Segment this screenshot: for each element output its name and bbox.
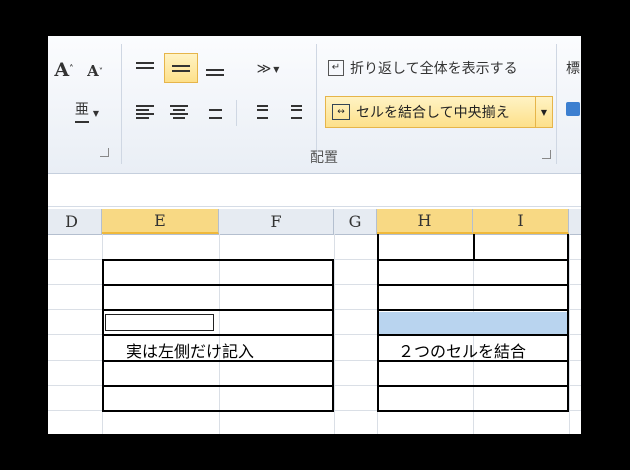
align-left-icon: [136, 105, 154, 119]
merge-and-center-button[interactable]: ↔ セルを結合して中央揃え ▼: [325, 96, 553, 128]
top-align-button[interactable]: [132, 56, 158, 80]
merged-selected-cell[interactable]: [379, 312, 567, 334]
column-header-h[interactable]: H: [377, 209, 473, 234]
column-header-f[interactable]: F: [219, 209, 334, 234]
right-note-cell[interactable]: ２つのセルを結合: [398, 338, 526, 362]
merge-cells-icon: ↔: [332, 104, 350, 120]
cell-border: [102, 259, 104, 412]
cell-grid[interactable]: 実は左側だけ記入 ２つのセルを結合: [48, 234, 581, 434]
cell-border: [377, 259, 569, 261]
cell-border: [473, 234, 475, 259]
align-right-icon: [204, 105, 222, 119]
excel-window: A ˄ A ˅ 亜 ▼ ≫ ▼ ↵ 折り返して全体を表示する ↔ セルを結合して…: [48, 36, 581, 434]
cell-border: [377, 309, 569, 311]
dropdown-arrow-icon[interactable]: ▼: [535, 97, 552, 127]
cell-border: [102, 334, 334, 336]
group-divider: [556, 44, 557, 164]
active-cell-outline[interactable]: [105, 314, 214, 331]
wrap-text-label: 折り返して全体を表示する: [350, 61, 518, 77]
column-header-d[interactable]: D: [48, 209, 102, 234]
cell-border: [377, 410, 569, 412]
phonetic-guide-icon: 亜: [74, 103, 89, 123]
cell-border: [377, 334, 569, 336]
shrink-font-button[interactable]: A ˅: [84, 60, 106, 82]
cell-border: [102, 284, 334, 286]
cell-border: [377, 385, 569, 387]
wrap-text-icon: ↵: [328, 60, 344, 76]
number-format-dropdown[interactable]: 標: [566, 56, 580, 80]
column-header-e[interactable]: E: [102, 209, 219, 234]
middle-align-icon: [172, 62, 190, 74]
dropdown-arrow-icon: ▼: [92, 108, 100, 118]
increase-indent-icon: [284, 105, 302, 119]
middle-align-button[interactable]: [164, 53, 198, 83]
dropdown-arrow-icon: ▼: [273, 64, 280, 74]
ribbon: A ˄ A ˅ 亜 ▼ ≫ ▼ ↵ 折り返して全体を表示する ↔ セルを結合して…: [48, 36, 581, 174]
align-center-button[interactable]: [166, 100, 192, 124]
cell-border: [102, 410, 334, 412]
shrink-font-icon: A: [87, 62, 99, 80]
cell-border: [102, 385, 334, 387]
increase-indent-button[interactable]: [280, 100, 306, 124]
gridline: [569, 234, 570, 434]
cell-border: [377, 284, 569, 286]
align-center-icon: [170, 105, 188, 119]
font-dialog-launcher-icon[interactable]: [100, 148, 109, 157]
left-note-cell[interactable]: 実は左側だけ記入: [126, 338, 254, 362]
bottom-align-button[interactable]: [202, 58, 228, 82]
decrease-indent-icon: [250, 105, 268, 119]
formula-bar[interactable]: [48, 174, 581, 207]
orientation-button[interactable]: ≫ ▼: [248, 56, 288, 82]
align-right-button[interactable]: [200, 100, 226, 124]
cell-border: [332, 259, 334, 412]
cell-border: [567, 234, 569, 412]
grow-font-icon: A: [54, 59, 70, 81]
divider: [236, 100, 237, 126]
bottom-align-icon: [206, 64, 224, 76]
divider: [316, 44, 317, 154]
column-header-row: D E F G H I: [48, 209, 581, 235]
alignment-dialog-launcher-icon[interactable]: [542, 150, 551, 159]
merge-and-center-label: セルを結合して中央揃え: [356, 105, 510, 121]
gridline: [334, 234, 335, 434]
group-divider: [121, 44, 122, 164]
grow-font-button[interactable]: A ˄: [52, 58, 76, 82]
decrease-indent-button[interactable]: [246, 100, 272, 124]
column-header-i[interactable]: I: [473, 209, 569, 234]
phonetic-guide-button[interactable]: 亜 ▼: [68, 100, 106, 126]
wrap-text-button[interactable]: ↵ 折り返して全体を表示する: [328, 56, 518, 80]
currency-format-icon[interactable]: [566, 102, 581, 122]
top-align-icon: [136, 62, 154, 74]
cell-border: [102, 309, 334, 311]
text-orientation-icon: ≫: [256, 61, 272, 77]
cell-border: [102, 259, 334, 261]
alignment-group-label: 配置: [310, 150, 338, 166]
column-header-g[interactable]: G: [334, 209, 377, 234]
align-left-button[interactable]: [132, 100, 158, 124]
